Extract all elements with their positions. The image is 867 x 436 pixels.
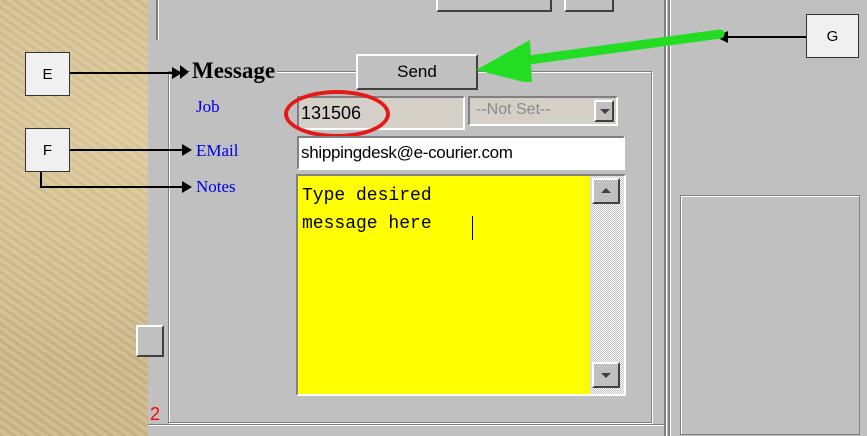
callout-e-label: E [42,65,53,83]
top-button-partial[interactable] [436,0,552,12]
status-divider [148,424,664,425]
scroll-up-arrow-icon[interactable] [592,178,620,204]
notes-text: Type desired message here [302,186,432,234]
notes-scrollbar[interactable] [590,176,624,394]
right-lower-box [680,195,860,435]
callout-f-label: F [42,141,53,159]
callout-f-arrow-notes [40,186,184,188]
job-label: Job [196,97,220,116]
left-button-partial[interactable] [136,325,164,357]
email-value: shippingdesk@e-courier.com [301,143,513,162]
left-border-line [156,0,158,40]
email-label: EMail [196,141,239,160]
status-indicator: 2 [150,404,161,424]
send-button-label: Send [397,62,437,81]
callout-f-arrow-email [70,149,184,151]
send-button[interactable]: Send [356,54,478,90]
callout-f-arrowhead-notes [182,181,192,193]
job-number-highlight [284,90,390,138]
dropdown-button[interactable] [594,100,614,122]
callout-e-arrowhead [172,67,182,79]
email-field[interactable]: shippingdesk@e-courier.com [297,136,625,170]
text-cursor [472,216,473,240]
notes-label: Notes [196,177,236,196]
green-arrow-icon [476,29,725,82]
message-section-title: Message [190,58,278,84]
scroll-down-arrow-icon[interactable] [592,362,620,388]
callout-g: G [806,14,859,58]
callout-f-arrowhead-email [182,144,192,156]
job-status-dropdown[interactable]: --Not Set-- [468,96,618,126]
job-status-value: --Not Set-- [476,101,551,118]
callout-g-arrow [728,36,806,38]
chevron-down-icon [600,109,610,114]
callout-f: F [25,128,70,172]
callout-e: E [25,52,70,96]
notes-textarea[interactable]: Type desired message here [296,174,626,396]
callout-e-arrow [70,72,174,74]
callout-g-label: G [826,27,839,45]
top-button-partial-2[interactable] [564,0,614,12]
